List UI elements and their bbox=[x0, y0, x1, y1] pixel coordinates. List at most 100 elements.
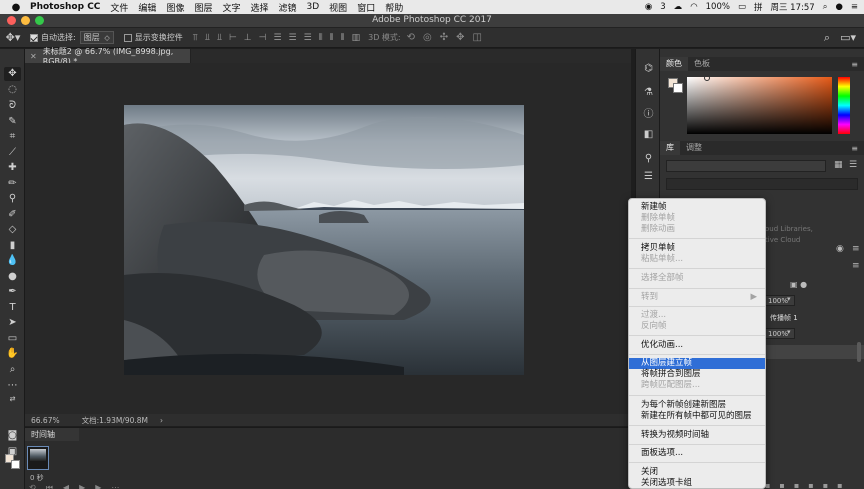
panel-background-swatch[interactable] bbox=[673, 83, 683, 93]
app-menu[interactable]: Photoshop CC bbox=[30, 2, 100, 12]
lock-icon[interactable]: ▣ ● bbox=[790, 280, 807, 289]
search-icon[interactable]: ⌕ bbox=[823, 2, 828, 12]
path-select-icon[interactable]: ➤ bbox=[4, 316, 21, 330]
first-frame-icon[interactable]: ⏮ bbox=[46, 483, 53, 489]
panel-menu-icon[interactable]: ≡ bbox=[851, 60, 858, 69]
lasso-tool-icon[interactable]: ᘐ bbox=[4, 99, 21, 113]
align-bottom-icon[interactable]: ⫫ bbox=[217, 33, 222, 43]
frame-delay[interactable]: 0 秒 bbox=[30, 473, 44, 483]
align-top-icon[interactable]: ⫪ bbox=[193, 33, 198, 43]
drag-3d-icon[interactable]: ✣ bbox=[440, 32, 448, 43]
menu-item-new-layers-visible-all-frames[interactable]: 新建在所有帧中都可见的图层 bbox=[629, 411, 765, 422]
wifi-icon[interactable]: ◠ bbox=[690, 2, 697, 12]
opacity-dropdown-icon[interactable]: ▾ bbox=[787, 295, 791, 303]
canvas-image[interactable] bbox=[124, 105, 524, 375]
move-tool-preset-icon[interactable]: ✥▾ bbox=[0, 31, 26, 44]
align-hcenter-icon[interactable]: ⊥ bbox=[244, 33, 252, 43]
menu-help[interactable]: 帮助 bbox=[385, 1, 403, 14]
menu-layer[interactable]: 图层 bbox=[194, 1, 212, 14]
menu-edit[interactable]: 编辑 bbox=[138, 1, 156, 14]
dodge-tool-icon[interactable]: ● bbox=[4, 270, 21, 284]
menu-3d[interactable]: 3D bbox=[307, 2, 320, 12]
prev-frame-icon[interactable]: ◀ bbox=[63, 483, 69, 489]
list-icon[interactable]: ≡ bbox=[851, 2, 858, 12]
menu-item-create-layer-each-frame[interactable]: 为每个新帧创建新图层 bbox=[629, 400, 765, 411]
eyedropper-tool-icon[interactable]: ⟋ bbox=[4, 146, 21, 160]
workspace-icon[interactable]: ▭▾ bbox=[840, 31, 856, 45]
roll-3d-icon[interactable]: ◎ bbox=[423, 32, 432, 43]
crop-tool-icon[interactable]: ⌗ bbox=[4, 130, 21, 144]
new-layer-icon[interactable]: ▪ bbox=[823, 481, 828, 489]
show-transform-checkbox[interactable] bbox=[123, 33, 132, 42]
actions-panel-icon[interactable]: ⚗ bbox=[641, 87, 656, 101]
layers-scrollbar[interactable] bbox=[857, 342, 861, 362]
layer-style-icon[interactable]: ▪ bbox=[779, 481, 784, 489]
gradient-tool-icon[interactable]: ▮ bbox=[4, 239, 21, 253]
slide-3d-icon[interactable]: ✥ bbox=[456, 32, 464, 43]
distribute-hcenter-icon[interactable]: ⦀ bbox=[330, 33, 334, 43]
history-brush-icon[interactable]: ✐ bbox=[4, 208, 21, 222]
clone-stamp-icon[interactable]: ⚲ bbox=[4, 192, 21, 206]
healing-brush-icon[interactable]: ✚ bbox=[4, 161, 21, 175]
blur-tool-icon[interactable]: 💧 bbox=[4, 254, 21, 268]
background-color-swatch[interactable] bbox=[11, 460, 20, 469]
menu-item-close-tab-group[interactable]: 关闭选项卡组 bbox=[629, 478, 765, 488]
align-vcenter-icon[interactable]: ⫫ bbox=[205, 33, 210, 43]
align-right-icon[interactable]: ⊣ bbox=[259, 33, 267, 43]
quick-select-tool-icon[interactable]: ✎ bbox=[4, 115, 21, 129]
layer-row[interactable] bbox=[765, 345, 864, 359]
distribute-right-icon[interactable]: ⦀ bbox=[341, 33, 345, 43]
cloud-icon[interactable]: ☁ bbox=[674, 2, 683, 12]
tab-adjustments[interactable]: 调整 bbox=[680, 141, 708, 155]
tab-swatches[interactable]: 色板 bbox=[688, 57, 716, 71]
panel-menu-icon[interactable]: ≡ bbox=[852, 244, 860, 254]
document-tab[interactable]: ✕ 未标题2 @ 66.7% (IMG_8998.jpg, RGB/8) * bbox=[25, 47, 191, 66]
zoom-level[interactable]: 66.67% bbox=[31, 416, 60, 425]
auto-select-dropdown[interactable]: 图层 ◇ bbox=[79, 31, 114, 44]
delete-layer-icon[interactable]: ▪ bbox=[837, 481, 842, 489]
loop-icon[interactable]: ⟲ bbox=[29, 483, 36, 489]
list-view-icon[interactable]: ☰ bbox=[849, 160, 857, 170]
brush-presets-icon[interactable]: ⚲ bbox=[641, 153, 656, 167]
distribute-vcenter-icon[interactable]: ☰ bbox=[289, 33, 297, 43]
menu-select[interactable]: 选择 bbox=[250, 1, 268, 14]
clock[interactable]: 周三 17:57 bbox=[770, 1, 814, 13]
history-panel-icon[interactable]: ⌬ bbox=[641, 63, 656, 77]
swap-colors-icon[interactable]: ⇄ bbox=[4, 392, 21, 406]
status-menu-arrow-icon[interactable]: › bbox=[160, 416, 163, 425]
hand-tool-icon[interactable]: ✋ bbox=[4, 347, 21, 361]
layer-mask-icon[interactable]: ▪ bbox=[794, 481, 799, 489]
menu-file[interactable]: 文件 bbox=[110, 1, 128, 14]
menu-item-copy-frame[interactable]: 拷贝单帧 bbox=[629, 243, 765, 254]
zoom-tool-icon[interactable]: ⌕ bbox=[4, 363, 21, 377]
menu-item-make-frames-from-layers[interactable]: 从图层建立帧 bbox=[629, 358, 765, 369]
layers-menu-icon[interactable]: ≡ bbox=[852, 261, 860, 271]
menu-window[interactable]: 窗口 bbox=[357, 1, 375, 14]
menu-filter[interactable]: 滤镜 bbox=[279, 1, 297, 14]
input-method[interactable]: 拼 bbox=[754, 1, 763, 13]
search-icon[interactable]: ⌕ bbox=[824, 31, 830, 45]
layer-comps-icon[interactable]: ◧ bbox=[641, 129, 656, 143]
color-picker-cursor[interactable] bbox=[704, 75, 710, 81]
more-tools-icon[interactable]: ⋯ bbox=[4, 379, 21, 393]
align-left-icon[interactable]: ⊢ bbox=[229, 33, 237, 43]
screen-mode-icon[interactable]: ▣ bbox=[4, 445, 21, 459]
move-tool-icon[interactable]: ✥ bbox=[4, 67, 21, 81]
tab-libraries[interactable]: 库 bbox=[660, 141, 680, 155]
tween-icon[interactable]: ⋯ bbox=[111, 483, 119, 489]
type-tool-icon[interactable]: T bbox=[4, 301, 21, 315]
battery-icon[interactable]: ▭ bbox=[738, 2, 746, 12]
grid-view-icon[interactable]: ▦ bbox=[834, 160, 843, 170]
menu-item-new-frame[interactable]: 新建帧 bbox=[629, 202, 765, 213]
play-icon[interactable]: ▶ bbox=[79, 483, 85, 489]
apple-icon[interactable]: ● bbox=[8, 2, 24, 13]
distribute-top-icon[interactable]: ☰ bbox=[273, 33, 281, 43]
fill-dropdown-icon[interactable]: ▾ bbox=[787, 328, 791, 336]
menu-image[interactable]: 图像 bbox=[166, 1, 184, 14]
quick-mask-icon[interactable]: ◙ bbox=[4, 429, 21, 443]
brush-tool-icon[interactable]: ✏ bbox=[4, 177, 21, 191]
close-tab-icon[interactable]: ✕ bbox=[30, 52, 37, 61]
wechat-icon[interactable]: ◉ bbox=[645, 2, 652, 12]
auto-select-checkbox[interactable] bbox=[30, 33, 38, 42]
info-panel-icon[interactable]: ⓘ bbox=[641, 105, 656, 120]
